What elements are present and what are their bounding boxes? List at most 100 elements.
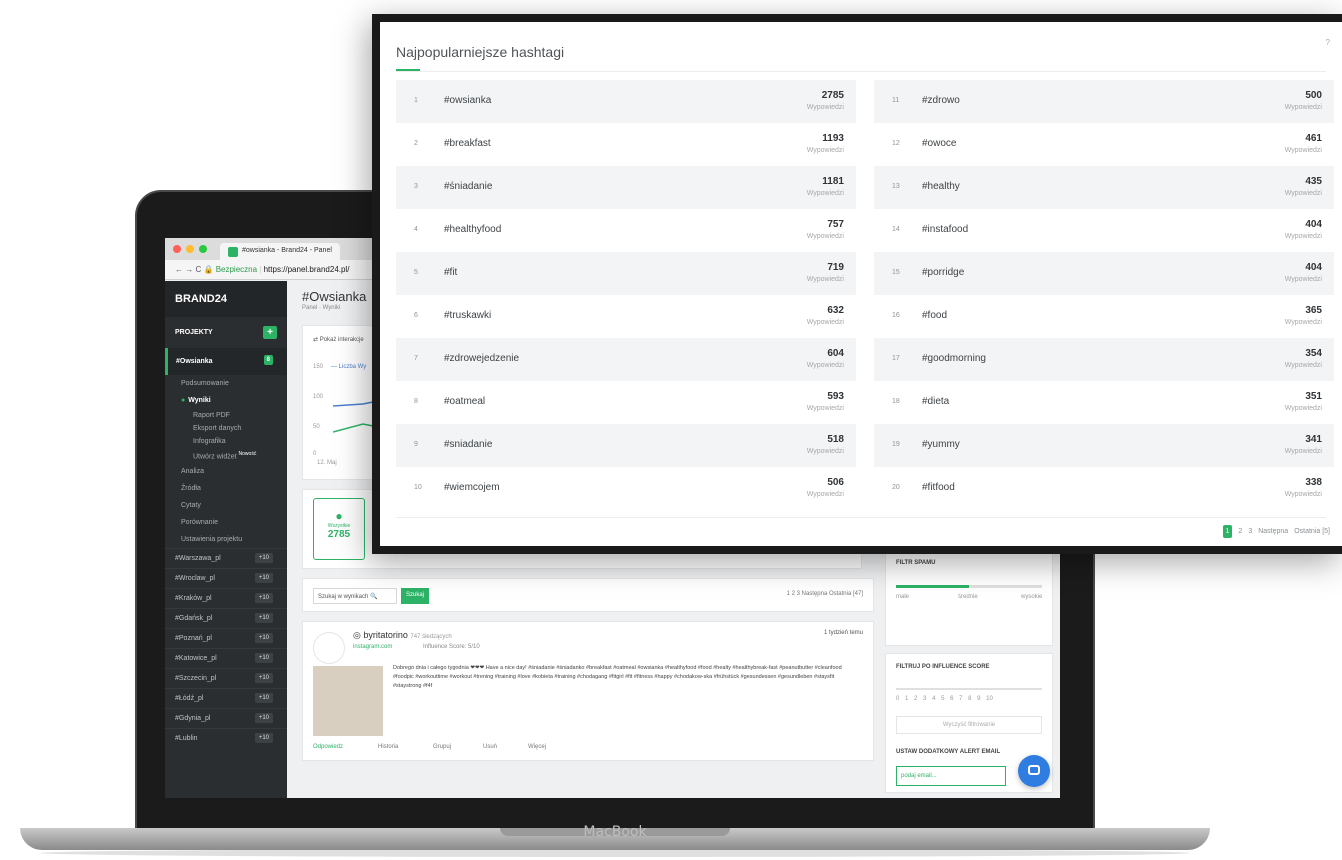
minimize-window-icon[interactable]: [186, 245, 194, 253]
hashtag-row[interactable]: 3 #śniadanie 1181 Wypowiedzi: [396, 166, 856, 209]
last-page[interactable]: Ostatnia [5]: [1294, 528, 1330, 535]
active-project[interactable]: #Owsianka 8: [165, 348, 287, 375]
mention-photo[interactable]: [313, 666, 383, 736]
hashtag-row[interactable]: 12 #owoce 461 Wypowiedzi: [874, 123, 1334, 166]
mention-source[interactable]: instagram.com: [353, 644, 392, 650]
hashtag-row[interactable]: 17 #goodmorning 354 Wypowiedzi: [874, 338, 1334, 381]
hashtag-name[interactable]: #fit: [444, 267, 457, 278]
hashtag-row[interactable]: 8 #oatmeal 593 Wypowiedzi: [396, 381, 856, 424]
close-window-icon[interactable]: [173, 245, 181, 253]
hashtag-name[interactable]: #healthy: [922, 181, 960, 192]
submenu-export[interactable]: Eksport danych: [165, 422, 287, 435]
add-project-button[interactable]: +: [263, 326, 277, 339]
hashtag-row[interactable]: 16 #food 365 Wypowiedzi: [874, 295, 1334, 338]
browser-tab[interactable]: #owsianka - Brand24 - Panel: [220, 243, 340, 260]
clear-filters-button[interactable]: Wyczyść filtrowanie: [896, 716, 1042, 734]
hashtag-row[interactable]: 1 #owsianka 2785 Wypowiedzi: [396, 80, 856, 123]
hashtag-row[interactable]: 5 #fit 719 Wypowiedzi: [396, 252, 856, 295]
hashtag-name[interactable]: #owoce: [922, 138, 956, 149]
hashtag-name[interactable]: #healthyfood: [444, 224, 501, 235]
hashtag-row[interactable]: 20 #fitfood 338 Wypowiedzi: [874, 467, 1334, 510]
project-item[interactable]: #Katowice_pl +10: [165, 648, 287, 668]
hashtag-name[interactable]: #porridge: [922, 267, 964, 278]
hashtag-unit: Wypowiedzi: [806, 362, 844, 369]
hashtag-name[interactable]: #food: [922, 310, 947, 321]
hashtag-name[interactable]: #breakfast: [444, 138, 491, 149]
search-input[interactable]: Szukaj w wynikach 🔍: [313, 588, 397, 604]
submenu-widget[interactable]: Utwórz widżet Nowość: [165, 448, 287, 463]
hashtag-row[interactable]: 6 #truskawki 632 Wypowiedzi: [396, 295, 856, 338]
page-1[interactable]: 1: [1222, 525, 1233, 538]
hashtag-name[interactable]: #dieta: [922, 396, 949, 407]
group-action[interactable]: Grupuj: [433, 744, 451, 750]
all-mentions-tile[interactable]: ● Wszystkie 2785: [313, 498, 365, 560]
hashtag-name[interactable]: #zdrowejedzenie: [444, 353, 519, 364]
hashtag-name[interactable]: #instafood: [922, 224, 968, 235]
page-2[interactable]: 2: [1238, 528, 1242, 535]
hashtag-name[interactable]: #sniadanie: [444, 439, 492, 450]
hashtag-name[interactable]: #zdrowo: [922, 95, 960, 106]
reply-action[interactable]: Odpowiedz: [313, 744, 343, 750]
hashtag-row[interactable]: 14 #instafood 404 Wypowiedzi: [874, 209, 1334, 252]
submenu-infographic[interactable]: Infografika: [165, 435, 287, 448]
project-item[interactable]: #Gdańsk_pl +10: [165, 608, 287, 628]
project-item[interactable]: #Gdynia_pl +10: [165, 708, 287, 728]
hashtag-name[interactable]: #goodmorning: [922, 353, 986, 364]
hashtag-name[interactable]: #oatmeal: [444, 396, 485, 407]
next-page[interactable]: Następna: [1258, 528, 1288, 535]
project-item[interactable]: #Lublin +10: [165, 728, 287, 748]
results-pager[interactable]: 1 2 3 Następna Ostatnia [47]: [787, 591, 863, 597]
hashtag-name[interactable]: #truskawki: [444, 310, 491, 321]
hashtag-row[interactable]: 11 #zdrowo 500 Wypowiedzi: [874, 80, 1334, 123]
menu-compare[interactable]: Porównanie: [165, 514, 287, 531]
menu-sources[interactable]: Źródła: [165, 480, 287, 497]
project-item[interactable]: #Łódź_pl +10: [165, 688, 287, 708]
hashtag-name[interactable]: #owsianka: [444, 95, 491, 106]
help-icon[interactable]: ?: [1326, 38, 1330, 47]
back-icon[interactable]: ←: [175, 265, 183, 274]
menu-summary[interactable]: Podsumowanie: [165, 375, 287, 392]
hashtag-row[interactable]: 4 #healthyfood 757 Wypowiedzi: [396, 209, 856, 252]
title-divider: [396, 71, 1326, 72]
project-item[interactable]: #Szczecin_pl +10: [165, 668, 287, 688]
project-item[interactable]: #Kraków_pl +10: [165, 588, 287, 608]
delete-action[interactable]: Usuń: [483, 744, 497, 750]
influence-slider[interactable]: [896, 688, 1042, 690]
spam-slider[interactable]: [896, 585, 1042, 588]
maximize-window-icon[interactable]: [199, 245, 207, 253]
search-button[interactable]: Szukaj: [401, 588, 430, 604]
submenu-pdf-report[interactable]: Raport PDF: [165, 409, 287, 422]
project-item[interactable]: #Warszawa_pl +10: [165, 548, 287, 568]
reload-icon[interactable]: C: [195, 265, 201, 274]
project-item[interactable]: #Wroclaw_pl +10: [165, 568, 287, 588]
hashtag-row[interactable]: 19 #yummy 341 Wypowiedzi: [874, 424, 1334, 467]
email-field[interactable]: podaj email...: [896, 766, 1006, 786]
hashtag-unit: Wypowiedzi: [1284, 104, 1322, 111]
menu-analysis[interactable]: Analiza: [165, 463, 287, 480]
avatar[interactable]: [313, 632, 345, 664]
history-action[interactable]: Historia: [378, 744, 398, 750]
menu-settings[interactable]: Ustawienia projektu: [165, 531, 287, 548]
logo[interactable]: BRAND24: [165, 281, 287, 317]
hashtag-name[interactable]: #wiemcojem: [444, 482, 500, 493]
hashtag-name[interactable]: #fitfood: [922, 482, 955, 493]
hashtag-row[interactable]: 10 #wiemcojem 506 Wypowiedzi: [396, 467, 856, 510]
hashtag-row[interactable]: 9 #sniadanie 518 Wypowiedzi: [396, 424, 856, 467]
hashtag-name[interactable]: #śniadanie: [444, 181, 492, 192]
hashtag-row[interactable]: 2 #breakfast 1193 Wypowiedzi: [396, 123, 856, 166]
menu-quotes[interactable]: Cytaty: [165, 497, 287, 514]
hashtag-row[interactable]: 15 #porridge 404 Wypowiedzi: [874, 252, 1334, 295]
chart-legend[interactable]: — Liczba Wy: [331, 364, 366, 370]
menu-results[interactable]: ● Wyniki: [165, 392, 287, 409]
hashtag-name[interactable]: #yummy: [922, 439, 960, 450]
forward-icon[interactable]: →: [185, 265, 193, 274]
page-3[interactable]: 3: [1248, 528, 1252, 535]
chat-button[interactable]: [1018, 755, 1050, 787]
hashtag-row[interactable]: 13 #healthy 435 Wypowiedzi: [874, 166, 1334, 209]
more-action[interactable]: Więcej: [528, 744, 546, 750]
mention-author[interactable]: ◎ byritatorino 747 śledzących: [353, 630, 452, 641]
hashtag-row[interactable]: 18 #dieta 351 Wypowiedzi: [874, 381, 1334, 424]
interactions-toggle[interactable]: ⇄ Pokaż interakcje: [313, 336, 364, 343]
hashtag-row[interactable]: 7 #zdrowejedzenie 604 Wypowiedzi: [396, 338, 856, 381]
project-item[interactable]: #Poznań_pl +10: [165, 628, 287, 648]
